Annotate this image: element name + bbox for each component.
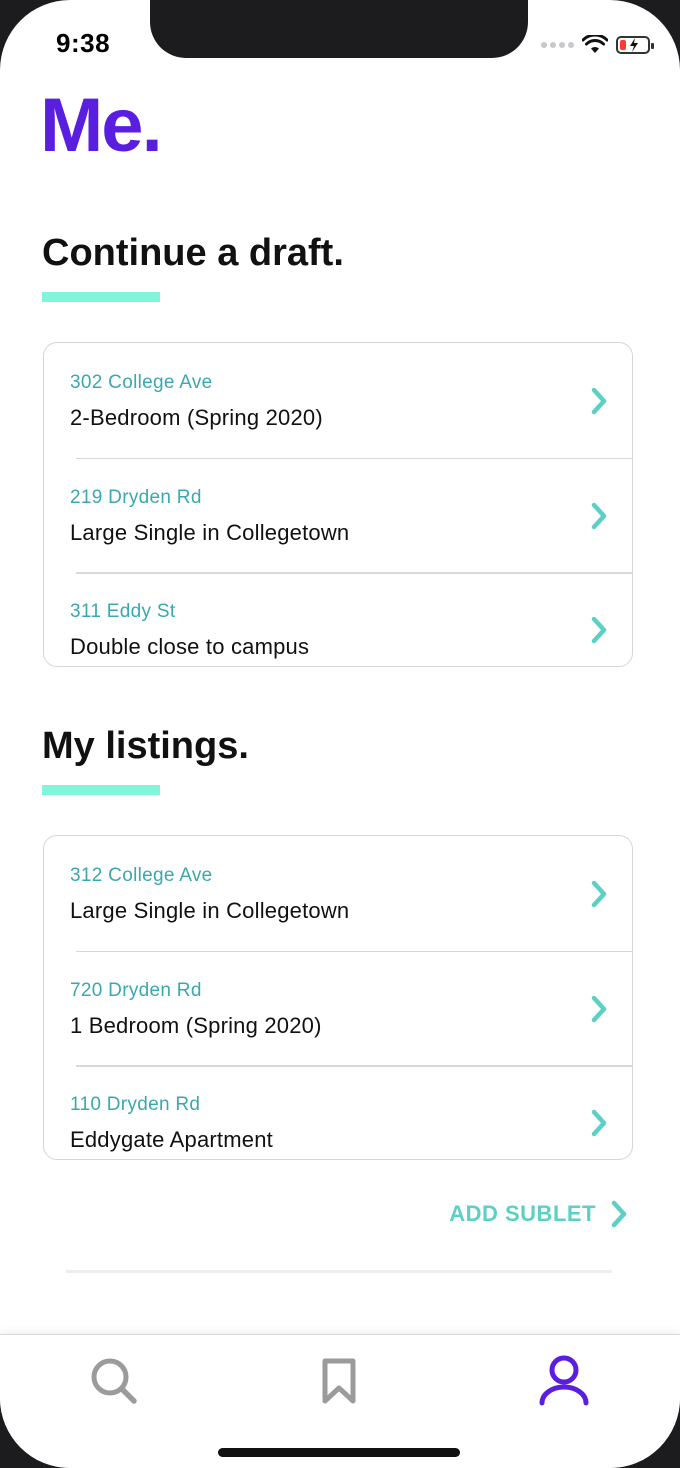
notch — [150, 0, 528, 58]
search-icon — [91, 1358, 137, 1404]
draft-item[interactable]: 302 College Ave 2-Bedroom (Spring 2020) — [44, 343, 632, 458]
drafts-heading: Continue a draft. — [42, 232, 344, 274]
draft-description: Double close to campus — [70, 634, 310, 659]
draft-description: Large Single in Collegetown — [70, 519, 350, 545]
chevron-right-icon — [591, 616, 607, 644]
tab-profile[interactable] — [536, 1353, 592, 1409]
draft-description: 2-Bedroom (Spring 2020) — [70, 405, 323, 430]
listing-description: Large Single in Collegetown — [70, 898, 350, 923]
draft-item[interactable]: 219 Dryden Rd Large Single in Collegetow… — [44, 457, 632, 573]
chevron-right-icon — [591, 387, 607, 415]
add-sublet-button[interactable]: ADD SUBLET — [449, 1200, 628, 1228]
draft-address: 311 Eddy St — [70, 601, 176, 622]
phone-screen: 9:38 Me. Continue a draft. 302 College A… — [0, 0, 680, 1468]
chevron-right-icon — [611, 1200, 627, 1228]
draft-address: 219 Dryden Rd — [70, 486, 202, 508]
bookmark-icon — [322, 1358, 356, 1404]
tab-saved[interactable] — [311, 1353, 367, 1409]
cellular-signal-icon — [541, 42, 574, 48]
home-indicator — [218, 1448, 460, 1457]
drafts-heading-underline — [42, 292, 160, 302]
listing-address: 720 Dryden Rd — [70, 979, 202, 1001]
wifi-icon — [582, 35, 608, 53]
listing-description: 1 Bedroom (Spring 2020) — [70, 1012, 322, 1038]
listing-address: 110 Dryden Rd — [70, 1094, 201, 1115]
battery-icon — [616, 36, 654, 54]
tab-search[interactable] — [86, 1353, 142, 1409]
chevron-right-icon — [591, 1109, 607, 1137]
add-sublet-label: ADD SUBLET — [449, 1201, 596, 1226]
listing-address: 312 College Ave — [70, 865, 213, 886]
drafts-card: 302 College Ave 2-Bedroom (Spring 2020) … — [43, 342, 633, 667]
draft-item[interactable]: 311 Eddy St Double close to campus — [44, 572, 632, 666]
listing-item[interactable]: 110 Dryden Rd Eddygate Apartment — [44, 1065, 632, 1159]
listings-heading: My listings. — [42, 725, 249, 767]
chevron-right-icon — [591, 502, 607, 529]
listing-item[interactable]: 312 College Ave Large Single in Colleget… — [44, 836, 632, 951]
listings-heading-underline — [42, 785, 160, 795]
listing-description: Eddygate Apartment — [70, 1127, 273, 1152]
listings-card: 312 College Ave Large Single in Colleget… — [43, 835, 633, 1160]
chevron-right-icon — [591, 880, 607, 908]
profile-icon — [539, 1355, 589, 1406]
draft-address: 302 College Ave — [70, 372, 213, 393]
section-divider — [66, 1270, 612, 1273]
listing-item[interactable]: 720 Dryden Rd 1 Bedroom (Spring 2020) — [44, 950, 632, 1066]
status-icons — [541, 30, 654, 60]
status-time: 9:38 — [56, 28, 111, 58]
chevron-right-icon — [591, 995, 607, 1022]
page-title: Me. — [40, 83, 163, 168]
